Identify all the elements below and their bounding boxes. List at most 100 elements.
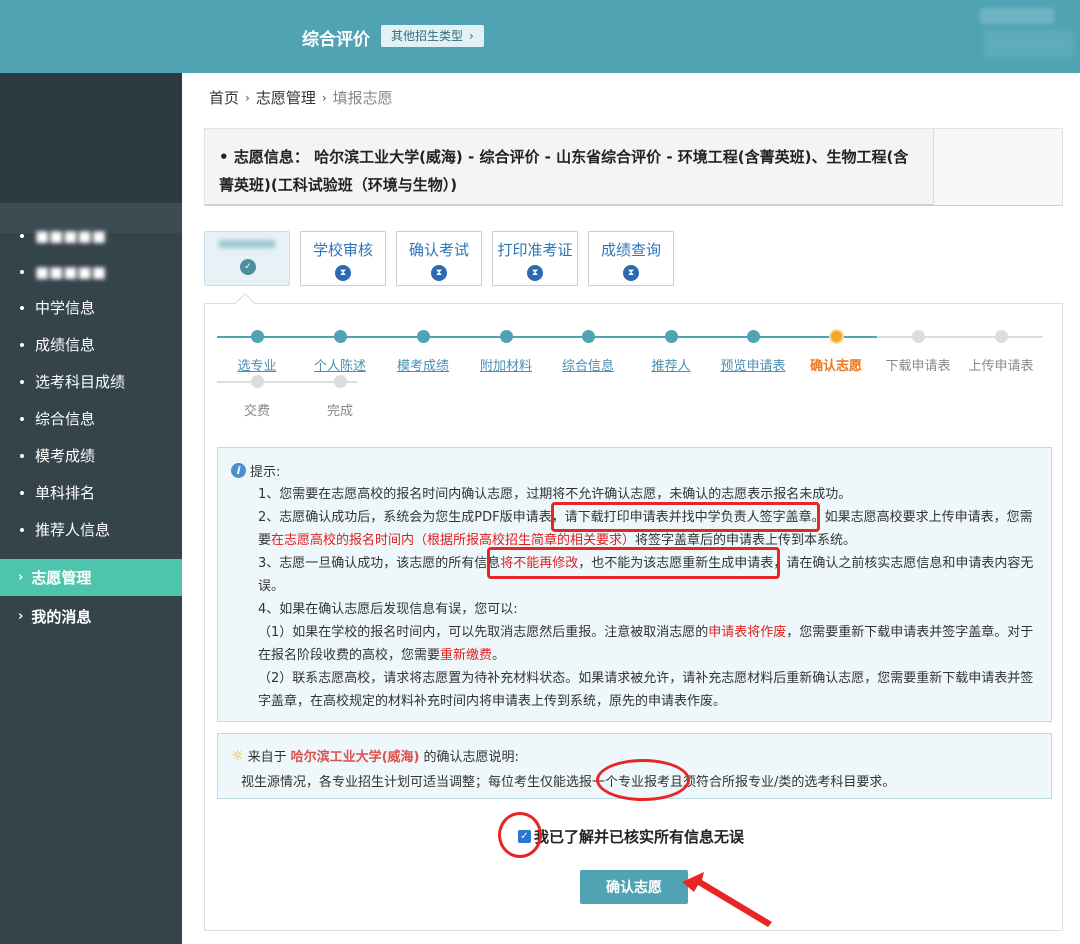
progress-dot-10 [995, 330, 1008, 343]
info-icon: i [231, 463, 246, 478]
hourglass-icon: ⧗ [431, 265, 447, 281]
progress-dot-2 [334, 330, 347, 343]
progress-step-preview[interactable]: 预览申请表 [713, 355, 793, 374]
school-note-body: 视生源情况，各专业招生计划可适当调整；每位考生仅能选报一个专业报考且须符合所报专… [241, 775, 896, 790]
progress-dot-6 [665, 330, 678, 343]
arrow-shape [682, 872, 772, 927]
progress-dot-3 [417, 330, 430, 343]
blurred-tab-label [219, 240, 275, 248]
progress-dot-1 [251, 330, 264, 343]
tips-box: i 提示: 1、您需要在志愿高校的报名时间内确认志愿，过期将不允许确认志愿，未确… [217, 447, 1052, 722]
bullet-icon [20, 269, 24, 274]
bullet-icon [20, 490, 24, 495]
progress-step-upload: 上传申请表 [968, 359, 1034, 374]
sidebar-item-comprehensive[interactable]: 综合信息 [0, 400, 182, 437]
progress-dot-12 [334, 375, 347, 388]
progress-line-todo [877, 336, 1043, 338]
progress-dot-5 [582, 330, 595, 343]
confirm-application-button[interactable]: 确认志愿 [580, 870, 688, 904]
sidebar-item-elective-scores[interactable]: 选考科目成绩 [0, 363, 182, 400]
chevron-right-icon: › [245, 90, 250, 105]
chevron-right-icon: › [18, 570, 24, 585]
tab-label: 成绩查询 [600, 241, 661, 259]
sidebar-item-grades[interactable]: 成绩信息 [0, 326, 182, 363]
annotation-arrow [682, 872, 772, 927]
hourglass-icon: ⧗ [623, 265, 639, 281]
blurred-region [984, 30, 1074, 58]
annotation-highlight-download [551, 502, 820, 532]
tab-print-admission[interactable]: 打印准考证 ⧗ [492, 231, 578, 286]
progress-step-confirm: 确认志愿 [809, 359, 862, 374]
sidebar-top-band [0, 73, 182, 203]
progress-step-complete: 完成 [326, 404, 353, 419]
application-label: 志愿信息： [233, 148, 309, 166]
hourglass-icon: ⧗ [527, 265, 543, 281]
bullet-icon [20, 342, 24, 347]
sidebar-item-1[interactable]: ■■■■■ [0, 217, 182, 254]
bullet-icon [20, 416, 24, 421]
application-info-box: • 志愿信息： 哈尔滨工业大学(威海) - 综合评价 - 山东省综合评价 - 环… [204, 128, 1063, 206]
check-icon: ✓ [240, 259, 256, 275]
sidebar-item-referee[interactable]: 推荐人信息 [0, 511, 182, 548]
top-header: 综合评价 其他招生类型 › [0, 0, 1080, 73]
bullet-icon [20, 379, 24, 384]
hourglass-icon: ⧗ [335, 265, 351, 281]
progress-dot-9 [912, 330, 925, 343]
progress-step-materials[interactable]: 附加材料 [466, 355, 546, 374]
progress-dot-4 [500, 330, 513, 343]
school-note-heading: ☼ 来自于 哈尔滨工业大学(威海) 的确认志愿说明: [231, 747, 519, 766]
progress-step-referee[interactable]: 推荐人 [631, 355, 711, 374]
bullet-icon [20, 527, 24, 532]
agree-row[interactable]: ✓ 我已了解并已核实所有信息无误 [518, 826, 744, 847]
progress-step-download: 下载申请表 [885, 359, 951, 374]
breadcrumb: 首页 › 志愿管理 › 填报志愿 [209, 87, 393, 108]
other-type-label: 其他招生类型 [391, 29, 464, 43]
chevron-right-icon: › [321, 90, 327, 105]
sidebar-group-messages[interactable]: › 我的消息 [0, 598, 182, 635]
annotation-highlight-no-modify [487, 547, 780, 579]
progress-step-select-major[interactable]: 选专业 [217, 355, 297, 374]
progress-dot-11 [251, 375, 264, 388]
progress-dot-current [829, 329, 844, 344]
application-info-text: • 志愿信息： 哈尔滨工业大学(威海) - 综合评价 - 山东省综合评价 - 环… [219, 148, 909, 194]
chevron-right-icon: › [18, 609, 24, 624]
blurred-user-info [980, 8, 1054, 24]
sidebar-item-2[interactable]: ■■■■■ [0, 253, 182, 290]
tab-application[interactable]: ✓ [204, 231, 290, 286]
progress-step-comprehensive[interactable]: 综合信息 [548, 355, 628, 374]
bullet-icon [20, 305, 24, 310]
tab-confirm-exam[interactable]: 确认考试 ⧗ [396, 231, 482, 286]
progress-dot-7 [747, 330, 760, 343]
progress-step-payment: 交费 [243, 404, 270, 419]
tip-4: 4、如果在确认志愿后发现信息有误，您可以: [258, 602, 518, 617]
agree-label: 我已了解并已核实所有信息无误 [534, 828, 745, 846]
tips-heading: i 提示: [231, 461, 280, 480]
bullet-icon [20, 233, 24, 238]
sidebar-item-mock-exam[interactable]: 模考成绩 [0, 437, 182, 474]
sidebar-item-subject-rank[interactable]: 单科排名 [0, 474, 182, 511]
application-detail: 哈尔滨工业大学(威海) - 综合评价 - 山东省综合评价 - 环境工程(含菁英班… [219, 148, 909, 194]
tab-label: 打印准考证 [497, 241, 573, 259]
tab-school-review[interactable]: 学校审核 ⧗ [300, 231, 386, 286]
tab-label: 学校审核 [312, 241, 373, 259]
other-type-button[interactable]: 其他招生类型 › [381, 25, 484, 47]
sidebar-item-school-info[interactable]: 中学信息 [0, 289, 182, 326]
progress-line-done [217, 336, 877, 338]
progress-step-mock-scores[interactable]: 模考成绩 [383, 355, 463, 374]
school-name: 哈尔滨工业大学(威海) [290, 750, 420, 765]
header-title: 综合评价 [302, 30, 370, 50]
progress-step-statement[interactable]: 个人陈述 [300, 355, 380, 374]
tip-5: （1）如果在学校的报名时间内，可以先取消志愿然后重报。注意被取消志愿的申请表将作… [258, 625, 1034, 663]
tab-score-query[interactable]: 成绩查询 ⧗ [588, 231, 674, 286]
lightbulb-icon: ☼ [231, 747, 244, 764]
bullet-icon [20, 453, 24, 458]
tab-label: 确认考试 [408, 241, 469, 259]
breadcrumb-current: 填报志愿 [332, 89, 393, 107]
tip-6: （2）联系志愿高校，请求将志愿置为待补充材料状态。如果请求被允许，请补充志愿材料… [258, 671, 1034, 709]
sidebar-group-applications[interactable]: › 志愿管理 [0, 559, 182, 596]
annotation-circle-checkbox [498, 812, 542, 858]
breadcrumb-home[interactable]: 首页 [209, 87, 239, 108]
annotation-circle-one-major [596, 759, 690, 801]
breadcrumb-section[interactable]: 志愿管理 [256, 87, 316, 108]
info-side-panel [933, 129, 1062, 205]
